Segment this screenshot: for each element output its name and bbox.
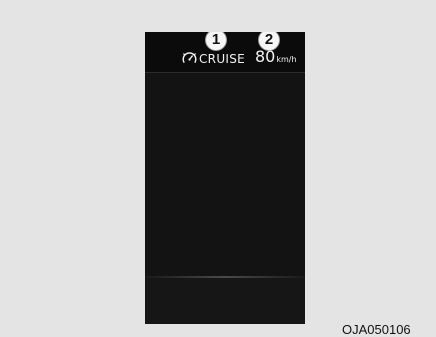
cluster-bottom-bar — [145, 278, 305, 324]
cluster-top-bar: 1 2 CRUISE 80km/h — [145, 32, 305, 72]
cluster-display: 1 2 CRUISE 80km/h — [145, 32, 305, 324]
top-divider — [145, 72, 305, 73]
cruise-label: CRUISE — [199, 52, 246, 66]
cruise-control-icon — [182, 52, 197, 63]
figure-code: OJA050106 — [342, 322, 411, 337]
set-speed: 80km/h — [255, 48, 297, 67]
set-speed-unit: km/h — [276, 55, 297, 64]
set-speed-value: 80 — [255, 47, 276, 66]
callout-1: 1 — [205, 32, 227, 51]
